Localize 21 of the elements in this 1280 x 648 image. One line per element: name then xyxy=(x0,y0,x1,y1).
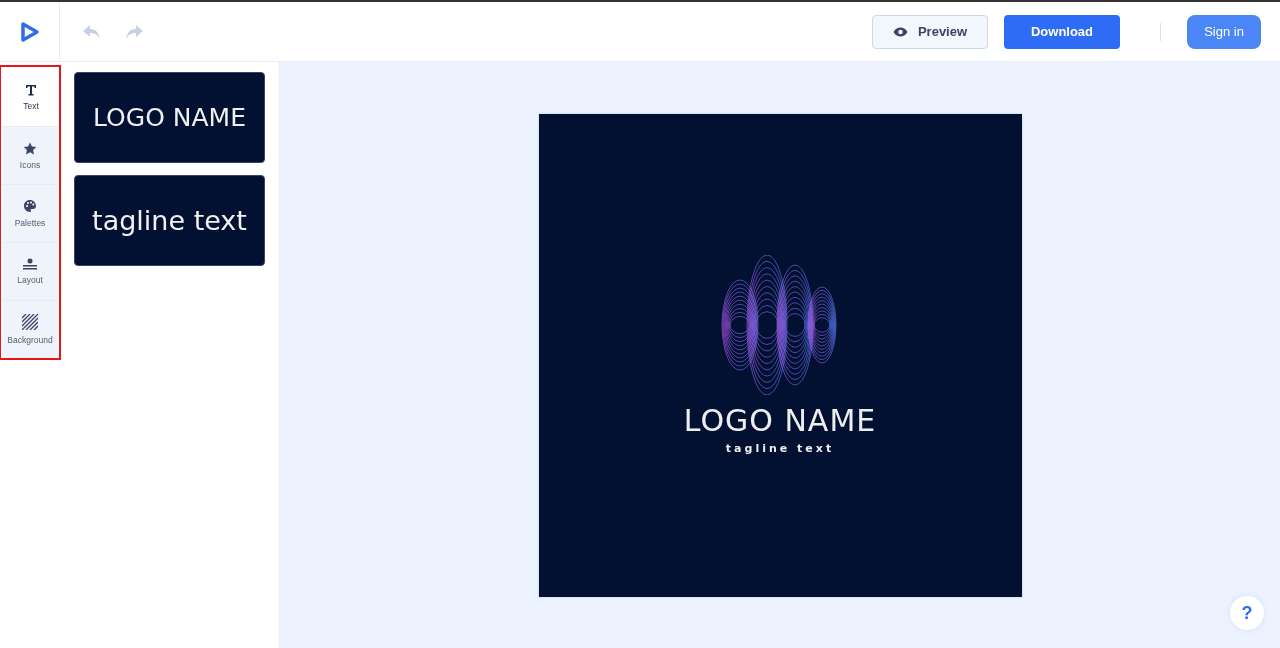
logo-name: LOGO NAME xyxy=(683,403,877,438)
eye-icon xyxy=(892,26,908,37)
star-icon xyxy=(23,141,37,155)
download-button[interactable]: Download xyxy=(1004,14,1120,49)
play-logo-icon[interactable] xyxy=(19,20,40,43)
text-style-card[interactable]: LOGO NAME xyxy=(74,72,265,163)
palette-icon xyxy=(23,199,37,213)
undo-icon[interactable] xyxy=(82,23,102,40)
preview-button[interactable]: Preview xyxy=(872,14,988,49)
sidebar-item[interactable]: Icons xyxy=(2,127,58,185)
sidebar-item[interactable]: Layout xyxy=(2,243,58,301)
tagline: tagline text xyxy=(725,442,835,455)
text-icon xyxy=(25,84,37,96)
layout-icon xyxy=(22,258,38,270)
help-button[interactable]: ? xyxy=(1230,596,1264,630)
redo-icon[interactable] xyxy=(124,23,144,40)
text-style-card[interactable]: tagline text xyxy=(74,175,265,266)
hatch-icon xyxy=(22,314,38,330)
sidebar-item[interactable]: Background xyxy=(2,301,58,359)
sidebar-item[interactable]: Palettes xyxy=(2,185,58,243)
sign-in-button[interactable]: Sign in xyxy=(1187,14,1261,49)
